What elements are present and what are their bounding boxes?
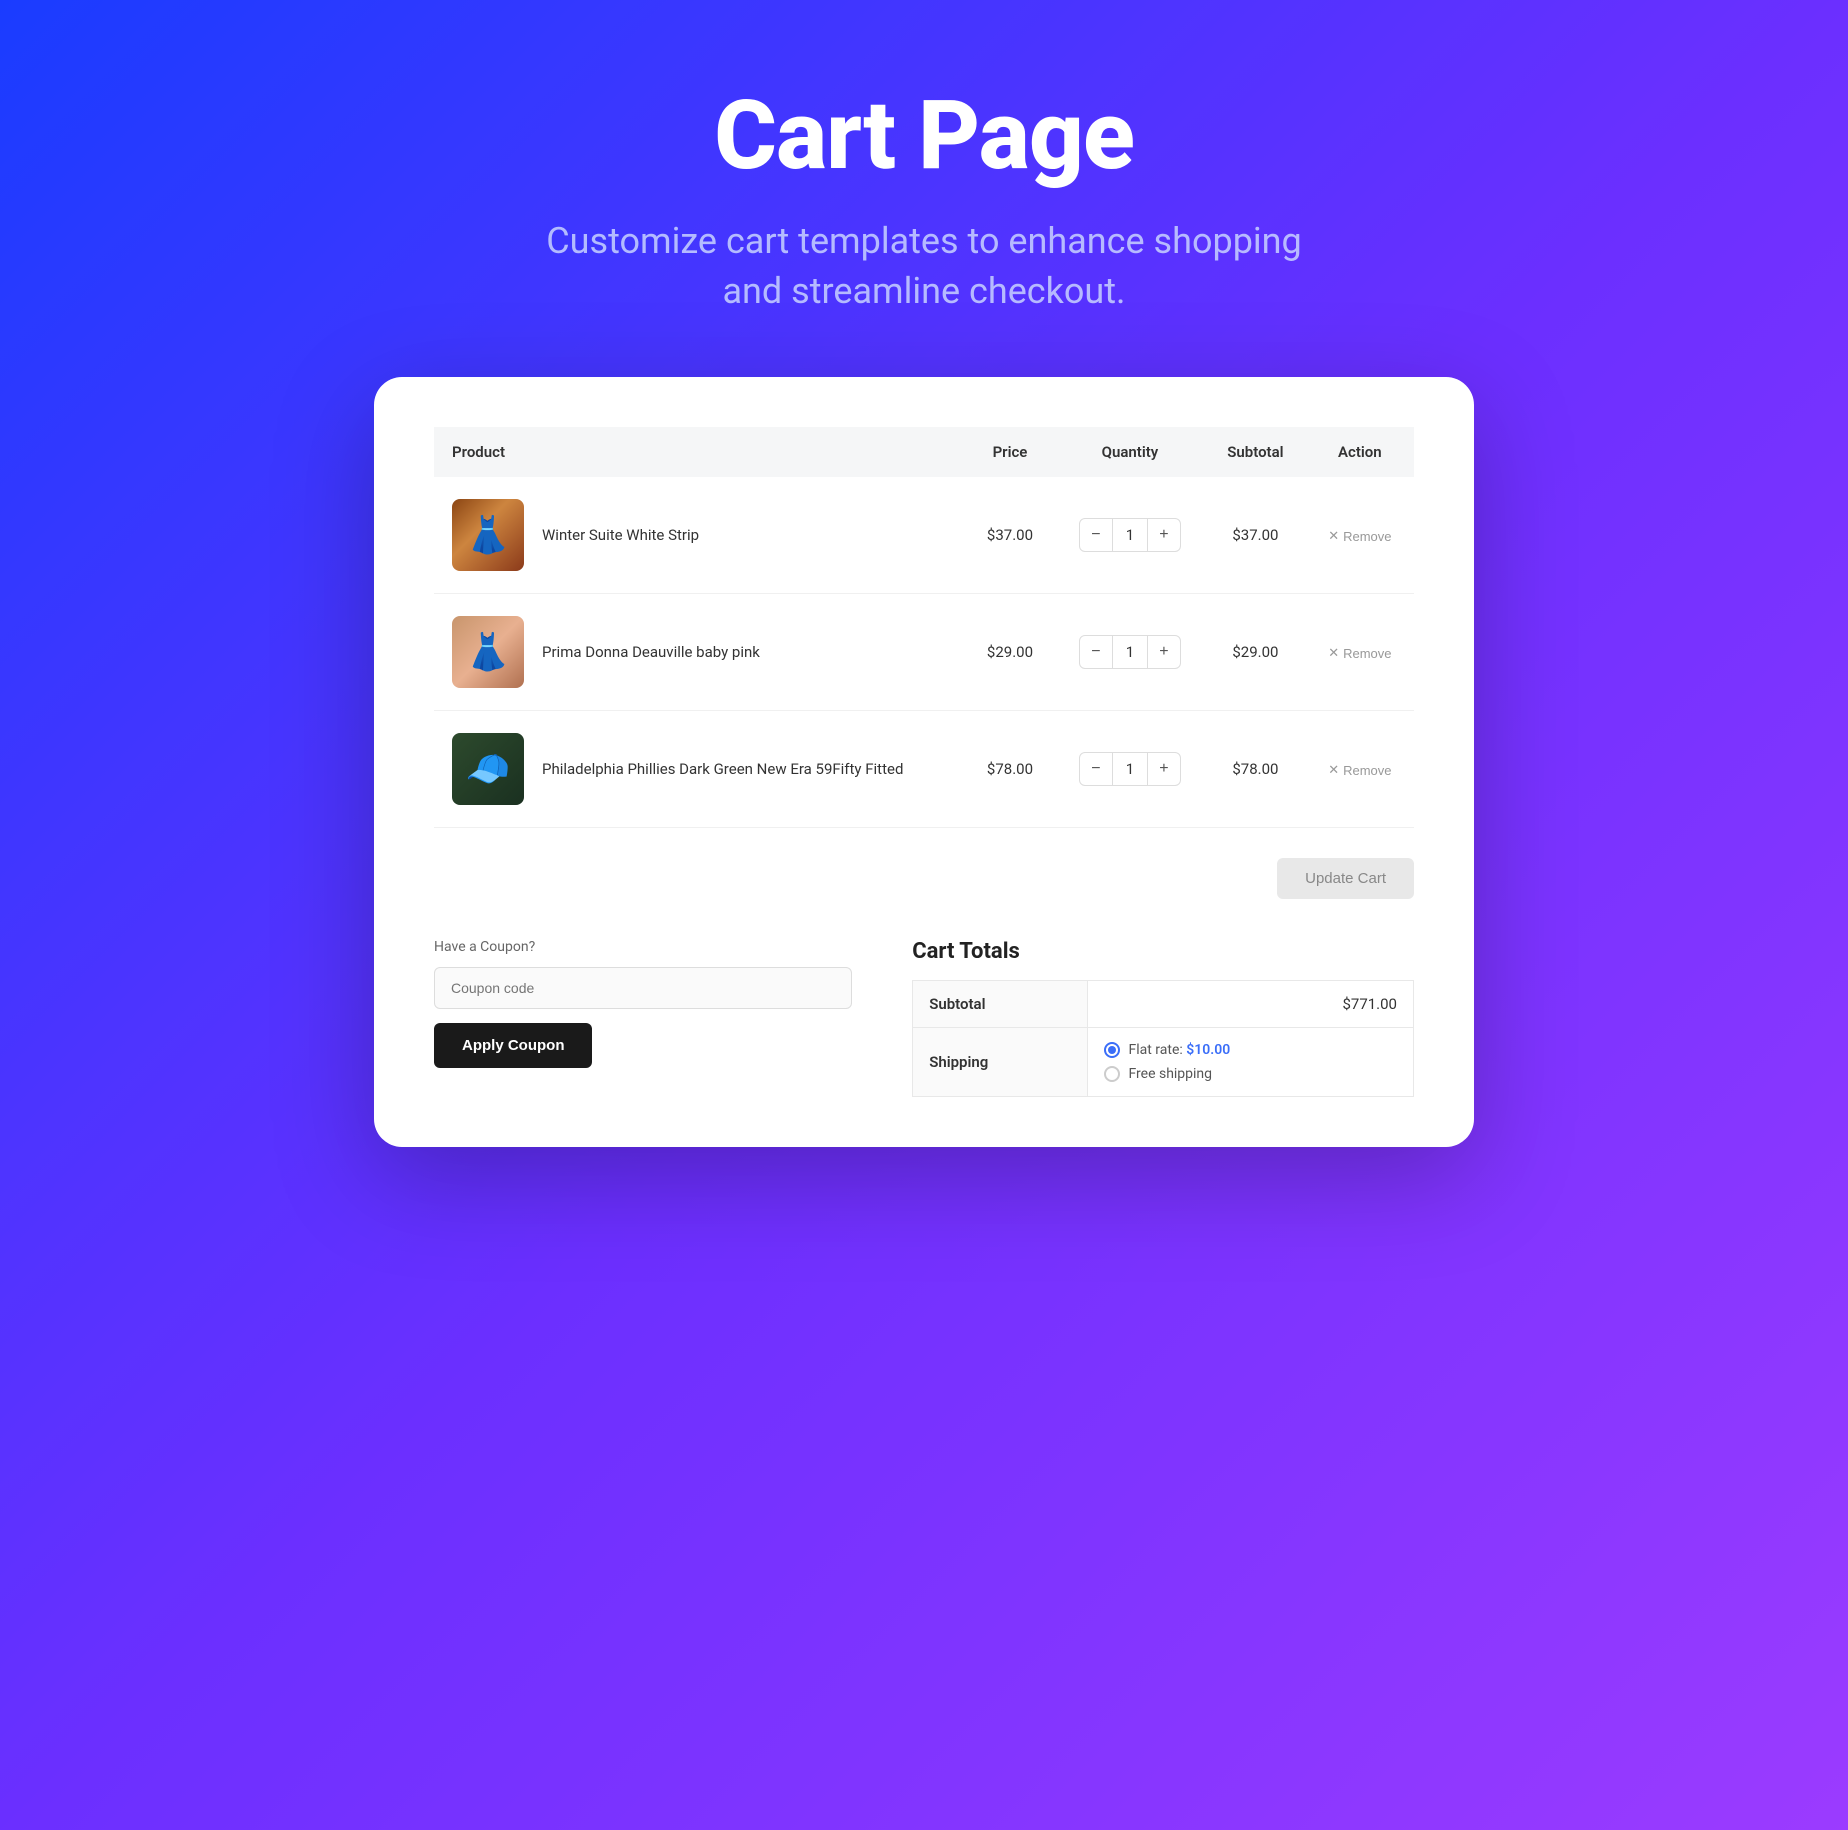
product-cell-1: Prima Donna Deauville baby pink	[434, 593, 965, 710]
page-title: Cart Page	[546, 80, 1302, 192]
col-header-subtotal: Subtotal	[1205, 427, 1306, 477]
qty-value-0: 1	[1112, 519, 1148, 551]
qty-increase-2[interactable]: +	[1148, 753, 1180, 785]
product-name-2: Philadelphia Phillies Dark Green New Era…	[542, 760, 903, 778]
coupon-label: Have a Coupon?	[434, 939, 852, 955]
page-header: Cart Page Customize cart templates to en…	[546, 80, 1302, 317]
action-cell-0: ✕ Remove	[1306, 477, 1414, 594]
qty-increase-1[interactable]: +	[1148, 636, 1180, 668]
page-subtitle: Customize cart templates to enhance shop…	[546, 216, 1302, 317]
price-cell-1: $29.00	[965, 593, 1054, 710]
update-cart-row: Update Cart	[434, 858, 1414, 899]
quantity-control-0: − 1 +	[1079, 518, 1181, 552]
subtotal-cell-2: $78.00	[1205, 710, 1306, 827]
table-row: Winter Suite White Strip $37.00 − 1 + $3…	[434, 477, 1414, 594]
quantity-cell-1: − 1 +	[1055, 593, 1205, 710]
col-header-quantity: Quantity	[1055, 427, 1205, 477]
coupon-section: Have a Coupon? Apply Coupon	[434, 939, 852, 1068]
product-cell-inner: Philadelphia Phillies Dark Green New Era…	[452, 733, 947, 805]
table-row: Philadelphia Phillies Dark Green New Era…	[434, 710, 1414, 827]
quantity-cell-0: − 1 +	[1055, 477, 1205, 594]
cart-totals-section: Cart Totals Subtotal $771.00 Shipping	[912, 939, 1414, 1097]
col-header-product: Product	[434, 427, 965, 477]
remove-label-0: Remove	[1343, 529, 1391, 544]
table-row: Prima Donna Deauville baby pink $29.00 −…	[434, 593, 1414, 710]
x-icon-0: ✕	[1328, 528, 1339, 544]
qty-decrease-0[interactable]: −	[1080, 519, 1112, 551]
x-icon-1: ✕	[1328, 645, 1339, 661]
totals-table: Subtotal $771.00 Shipping Flat rate: $10…	[912, 980, 1414, 1097]
qty-value-1: 1	[1112, 636, 1148, 668]
update-cart-button[interactable]: Update Cart	[1277, 858, 1414, 899]
quantity-cell-2: − 1 +	[1055, 710, 1205, 827]
shipping-label: Shipping	[913, 1027, 1088, 1096]
product-image-0	[452, 499, 524, 571]
price-cell-2: $78.00	[965, 710, 1054, 827]
shipping-option-free[interactable]: Free shipping	[1104, 1066, 1397, 1082]
remove-label-1: Remove	[1343, 646, 1391, 661]
product-image-1	[452, 616, 524, 688]
subtotal-cell-1: $29.00	[1205, 593, 1306, 710]
product-cell-inner: Prima Donna Deauville baby pink	[452, 616, 947, 688]
qty-increase-0[interactable]: +	[1148, 519, 1180, 551]
shipping-flat-label: Flat rate: $10.00	[1128, 1042, 1230, 1058]
product-name-1: Prima Donna Deauville baby pink	[542, 643, 760, 661]
quantity-control-1: − 1 +	[1079, 635, 1181, 669]
quantity-control-2: − 1 +	[1079, 752, 1181, 786]
product-cell-0: Winter Suite White Strip	[434, 477, 965, 594]
qty-decrease-1[interactable]: −	[1080, 636, 1112, 668]
radio-free-unselected	[1104, 1066, 1120, 1082]
subtotal-value: $771.00	[1088, 980, 1414, 1027]
action-cell-1: ✕ Remove	[1306, 593, 1414, 710]
product-name-0: Winter Suite White Strip	[542, 526, 699, 544]
subtotal-cell-0: $37.00	[1205, 477, 1306, 594]
remove-button-1[interactable]: ✕ Remove	[1328, 645, 1391, 661]
apply-coupon-button[interactable]: Apply Coupon	[434, 1023, 592, 1068]
product-cell-2: Philadelphia Phillies Dark Green New Era…	[434, 710, 965, 827]
price-cell-0: $37.00	[965, 477, 1054, 594]
product-image-2	[452, 733, 524, 805]
cart-totals-title: Cart Totals	[912, 939, 1414, 964]
shipping-options-list: Flat rate: $10.00 Free shipping	[1104, 1042, 1397, 1082]
qty-decrease-2[interactable]: −	[1080, 753, 1112, 785]
table-header-row: Product Price Quantity Subtotal Action	[434, 427, 1414, 477]
col-header-price: Price	[965, 427, 1054, 477]
remove-label-2: Remove	[1343, 763, 1391, 778]
qty-value-2: 1	[1112, 753, 1148, 785]
product-cell-inner: Winter Suite White Strip	[452, 499, 947, 571]
cart-bottom: Have a Coupon? Apply Coupon Cart Totals …	[434, 939, 1414, 1097]
totals-shipping-row: Shipping Flat rate: $10.00 Free shipping	[913, 1027, 1414, 1096]
cart-container: Product Price Quantity Subtotal Action W…	[374, 377, 1474, 1147]
remove-button-2[interactable]: ✕ Remove	[1328, 762, 1391, 778]
cart-table: Product Price Quantity Subtotal Action W…	[434, 427, 1414, 828]
col-header-action: Action	[1306, 427, 1414, 477]
shipping-options: Flat rate: $10.00 Free shipping	[1088, 1027, 1414, 1096]
shipping-free-label: Free shipping	[1128, 1066, 1212, 1082]
x-icon-2: ✕	[1328, 762, 1339, 778]
totals-subtotal-row: Subtotal $771.00	[913, 980, 1414, 1027]
radio-flat-selected	[1104, 1042, 1120, 1058]
shipping-option-flat[interactable]: Flat rate: $10.00	[1104, 1042, 1397, 1058]
subtotal-label: Subtotal	[913, 980, 1088, 1027]
coupon-input[interactable]	[434, 967, 852, 1009]
remove-button-0[interactable]: ✕ Remove	[1328, 528, 1391, 544]
shipping-flat-price: $10.00	[1186, 1042, 1230, 1058]
action-cell-2: ✕ Remove	[1306, 710, 1414, 827]
